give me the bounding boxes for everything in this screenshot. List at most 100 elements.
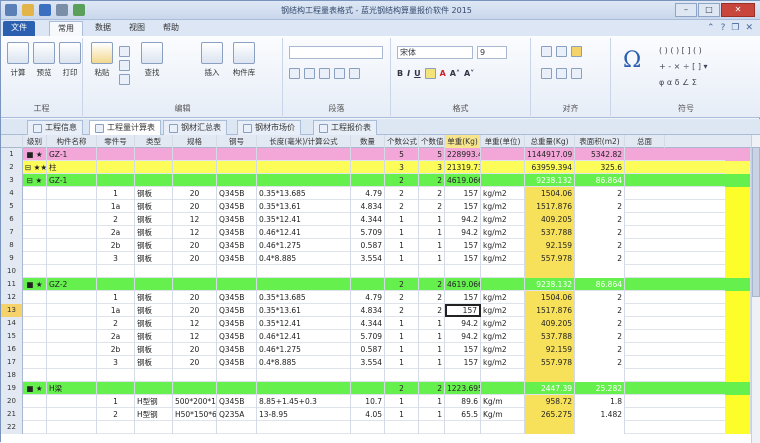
table-cell[interactable]: 2 (575, 343, 625, 356)
table-cell[interactable] (47, 395, 97, 408)
table-cell[interactable]: 5342.82 (575, 148, 625, 161)
table-cell[interactable]: 钢板 (135, 304, 173, 317)
column-header[interactable]: 构件名称 (47, 135, 97, 148)
table-cell[interactable] (97, 161, 135, 174)
table-cell[interactable] (23, 317, 47, 330)
table-cell[interactable]: 265.275 (525, 408, 575, 421)
table-cell[interactable]: Q345B (217, 395, 257, 408)
table-cell[interactable]: 157 (445, 187, 481, 200)
component-library-button[interactable]: 构件库 (229, 42, 259, 78)
table-row[interactable]: 12 1 钢板 20 Q345B 0.35*13.685 4.79 2 2 157 kg/m2 150… (1, 291, 760, 304)
table-cell[interactable]: 2 (575, 226, 625, 239)
table-cell[interactable] (725, 382, 751, 395)
table-cell[interactable] (481, 421, 525, 434)
table-cell[interactable]: 1 (385, 408, 419, 421)
table-cell[interactable]: 12 (173, 317, 217, 330)
table-cell[interactable]: 12 (173, 226, 217, 239)
table-cell[interactable]: 柱 (47, 161, 97, 174)
table-cell[interactable] (23, 200, 47, 213)
table-cell[interactable]: 94.2 (445, 213, 481, 226)
table-cell[interactable] (575, 421, 625, 434)
table-cell[interactable] (525, 421, 575, 434)
scrollbar-thumb[interactable] (752, 147, 760, 297)
table-cell[interactable] (385, 369, 419, 382)
tab-data[interactable]: 数据 (87, 21, 119, 36)
table-cell[interactable] (217, 265, 257, 278)
table-cell[interactable] (23, 369, 47, 382)
table-cell[interactable]: 1 (419, 213, 445, 226)
table-cell[interactable] (525, 369, 575, 382)
table-cell[interactable] (419, 265, 445, 278)
table-cell[interactable] (385, 265, 419, 278)
table-cell[interactable] (173, 421, 217, 434)
table-cell[interactable]: 4.834 (351, 304, 385, 317)
table-cell[interactable]: Q235A (217, 408, 257, 421)
table-cell[interactable]: 0.4*8.885 (257, 356, 351, 369)
print-button[interactable]: 打印 (55, 42, 85, 78)
table-cell[interactable]: 2 (97, 213, 135, 226)
table-cell[interactable]: GZ-1 (47, 174, 97, 187)
table-cell[interactable]: 2a (97, 226, 135, 239)
table-cell[interactable] (217, 369, 257, 382)
table-cell[interactable]: 5.709 (351, 330, 385, 343)
table-cell[interactable]: 钢板 (135, 317, 173, 330)
table-cell[interactable]: 2b (97, 343, 135, 356)
table-cell[interactable]: Kg/m (481, 395, 525, 408)
print-icon[interactable] (56, 4, 68, 16)
table-cell[interactable] (257, 278, 351, 291)
table-cell[interactable] (445, 421, 481, 434)
font-name-select[interactable]: 宋体 (397, 46, 473, 59)
table-cell[interactable] (47, 239, 97, 252)
tab-home[interactable]: 常用 (49, 21, 83, 36)
table-cell[interactable]: 9238.132 (525, 278, 575, 291)
table-cell[interactable]: 4619.066 (445, 278, 481, 291)
column-header[interactable]: 类型 (135, 135, 173, 148)
table-cell[interactable] (135, 382, 173, 395)
table-cell[interactable] (725, 408, 751, 421)
table-cell[interactable]: 12 (173, 330, 217, 343)
table-cell[interactable]: 0.46*12.41 (257, 330, 351, 343)
table-cell[interactable]: kg/m2 (481, 213, 525, 226)
table-cell[interactable] (257, 148, 351, 161)
table-cell[interactable]: 1 (385, 343, 419, 356)
table-cell[interactable] (47, 252, 97, 265)
table-cell[interactable]: 0.46*1.275 (257, 239, 351, 252)
table-cell[interactable] (725, 395, 751, 408)
tab-file[interactable]: 文件 (3, 21, 35, 36)
table-cell[interactable] (351, 148, 385, 161)
table-cell[interactable]: 2a (97, 330, 135, 343)
table-cell[interactable]: 2 (575, 213, 625, 226)
symbol-row-3[interactable]: φ α δ ∠ Σ (659, 78, 697, 87)
table-cell[interactable]: 1 (419, 252, 445, 265)
table-cell[interactable] (173, 174, 217, 187)
table-cell[interactable]: 86.864 (575, 174, 625, 187)
table-cell[interactable] (47, 200, 97, 213)
table-cell[interactable] (135, 278, 173, 291)
table-cell[interactable]: kg/m2 (481, 317, 525, 330)
table-cell[interactable] (217, 174, 257, 187)
table-cell[interactable]: 3 (419, 161, 445, 174)
table-cell[interactable] (481, 278, 525, 291)
table-cell[interactable] (725, 200, 751, 213)
align-left-icon[interactable] (541, 46, 552, 57)
table-cell[interactable]: 2 (385, 200, 419, 213)
style-select[interactable] (289, 46, 383, 59)
column-header[interactable]: 规格 (173, 135, 217, 148)
row-number[interactable]: 16 (1, 343, 23, 356)
table-cell[interactable]: Q345B (217, 356, 257, 369)
symbol-omega-icon[interactable]: Ω (623, 48, 641, 73)
row-number[interactable]: 7 (1, 226, 23, 239)
table-row[interactable]: 1■ ★GZ-155228993.4181144917.095342.82 (1, 148, 760, 161)
row-number[interactable]: 13 (1, 304, 23, 317)
table-cell[interactable]: 2 (385, 291, 419, 304)
table-cell[interactable] (47, 421, 97, 434)
table-cell[interactable]: 2 (419, 174, 445, 187)
table-cell[interactable]: 157 (445, 200, 481, 213)
row-number[interactable]: 4 (1, 187, 23, 200)
table-cell[interactable] (135, 161, 173, 174)
sheet-tab-market-price[interactable]: 钢材市场价 (237, 120, 301, 135)
table-cell[interactable]: 537.788 (525, 330, 575, 343)
open-icon[interactable] (22, 4, 34, 16)
font-size-select[interactable]: 9 (477, 46, 507, 59)
save-icon[interactable] (39, 4, 51, 16)
